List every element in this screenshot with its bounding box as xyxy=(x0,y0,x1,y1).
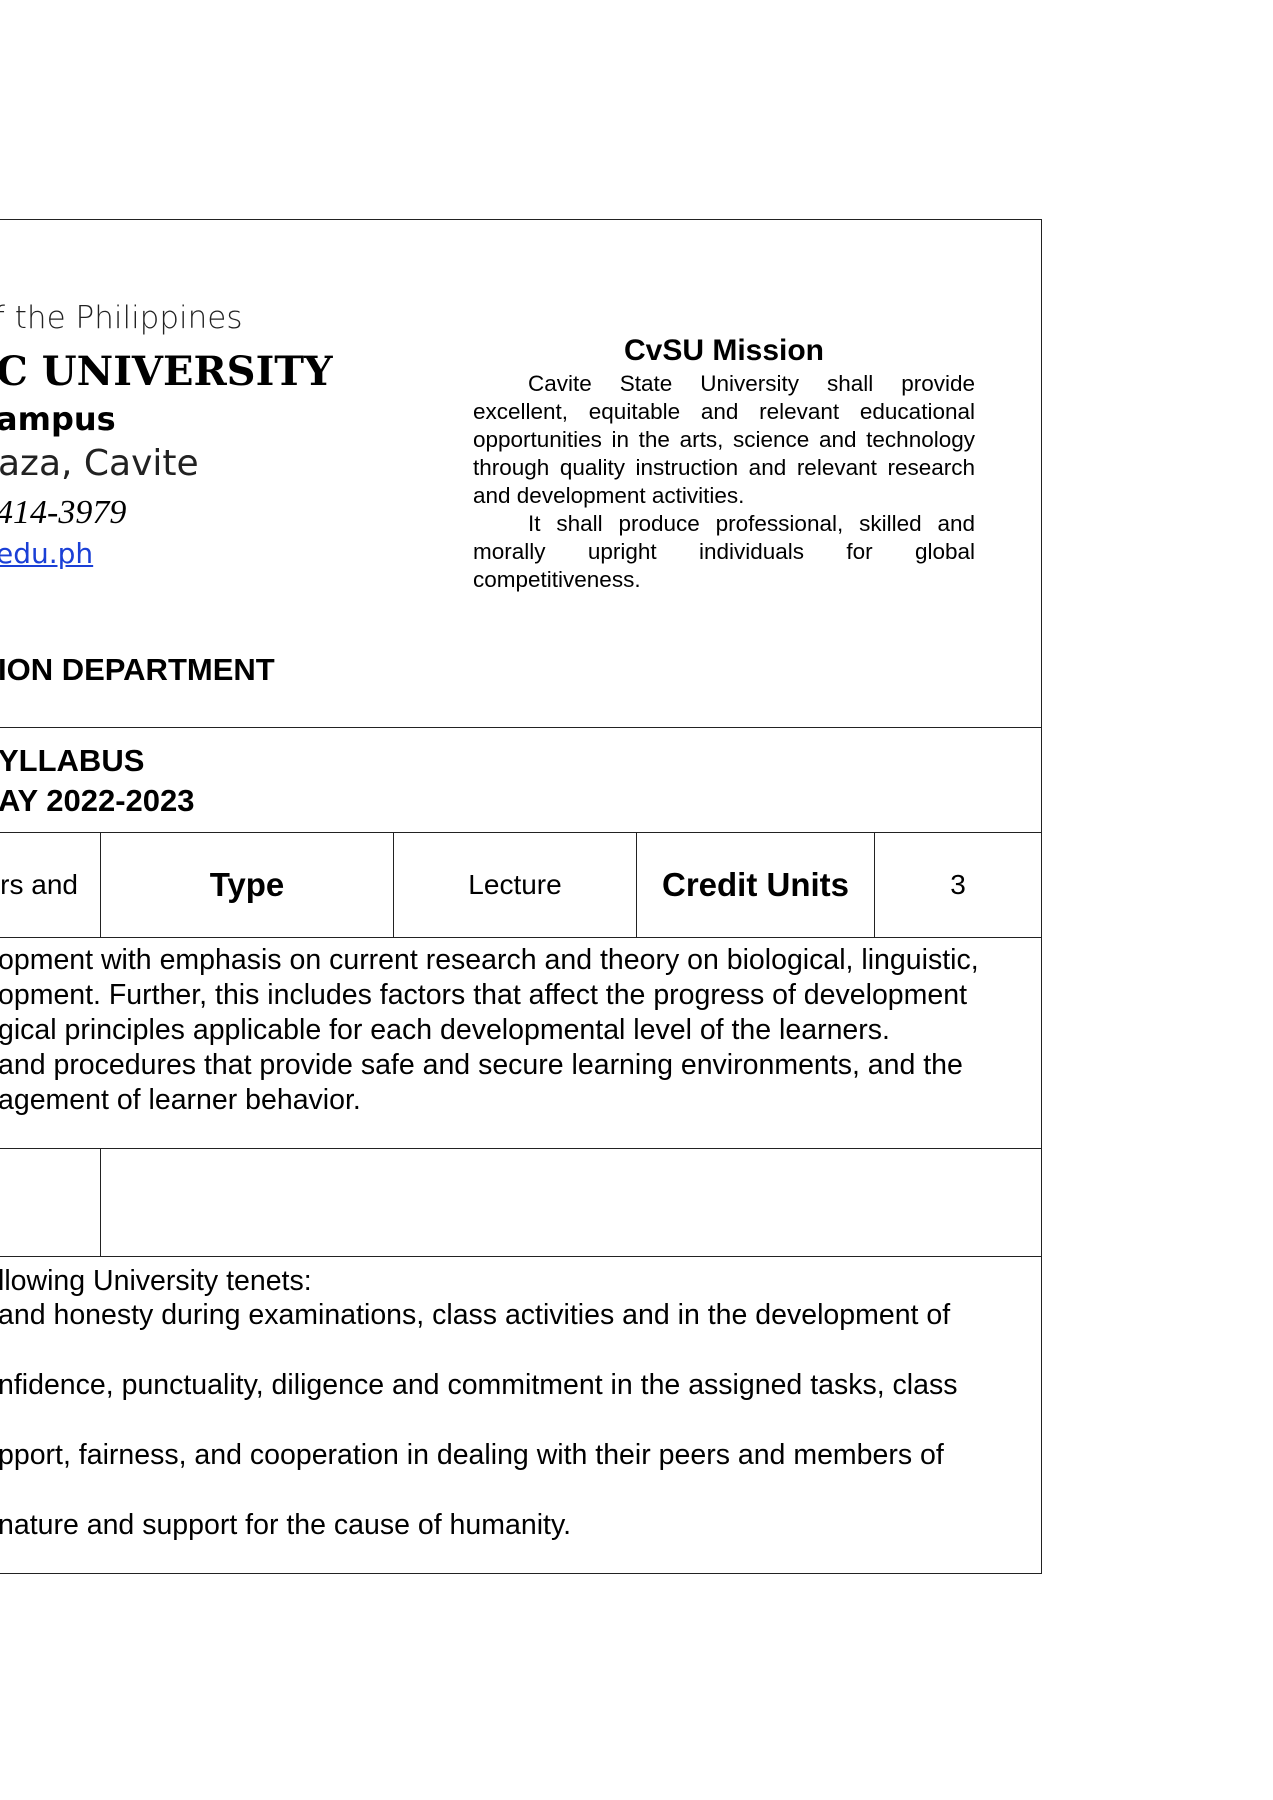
mission-text: Cavite State University shall provide ex… xyxy=(473,370,975,594)
divider xyxy=(0,1148,1042,1149)
divider xyxy=(0,1256,1042,1257)
cell-border xyxy=(100,1148,101,1256)
description-line: gical principles applicable for each dev… xyxy=(0,1014,890,1046)
description-line: opment with emphasis on current research… xyxy=(0,944,979,976)
description-line: and procedures that provide safe and sec… xyxy=(0,1049,963,1081)
description-line: opment. Further, this includes factors t… xyxy=(0,979,967,1011)
phone-number: 414-3979 xyxy=(0,494,127,531)
tenets-intro: llowing University tenets: xyxy=(0,1265,312,1297)
department-name: ION DEPARTMENT xyxy=(0,652,275,687)
campus-location: aza, Cavite xyxy=(0,443,199,484)
tenet-line: pport, fairness, and cooperation in deal… xyxy=(0,1439,944,1471)
tenet-line: nfidence, punctuality, diligence and com… xyxy=(0,1369,958,1401)
type-label: Type xyxy=(209,866,285,903)
university-name: C UNIVERSITY xyxy=(0,348,333,395)
republic-line: f the Philippines xyxy=(0,300,243,336)
mission-paragraph: Cavite State University shall provide ex… xyxy=(473,371,975,508)
divider xyxy=(0,937,1042,938)
credit-units-label: Credit Units xyxy=(661,866,849,903)
course-title-fragment: rs and xyxy=(0,869,78,900)
tenet-line: and honesty during examinations, class a… xyxy=(0,1299,951,1331)
type-value: Lecture xyxy=(468,869,562,900)
mission-title: CvSU Mission xyxy=(623,334,825,367)
website-link[interactable]: edu.ph xyxy=(0,537,93,570)
academic-year: AY 2022-2023 xyxy=(0,783,195,818)
course-description: opment with emphasis on current research… xyxy=(0,943,979,1118)
mission-paragraph: It shall produce professional, skilled a… xyxy=(473,511,975,592)
credit-units-value: 3 xyxy=(950,869,966,900)
description-line: agement of learner behavior. xyxy=(0,1084,361,1116)
tenet-line: nature and support for the cause of huma… xyxy=(0,1509,571,1541)
syllabus-title: YLLABUS xyxy=(0,743,145,778)
divider xyxy=(0,727,1042,728)
campus-name: ampus xyxy=(0,400,116,438)
